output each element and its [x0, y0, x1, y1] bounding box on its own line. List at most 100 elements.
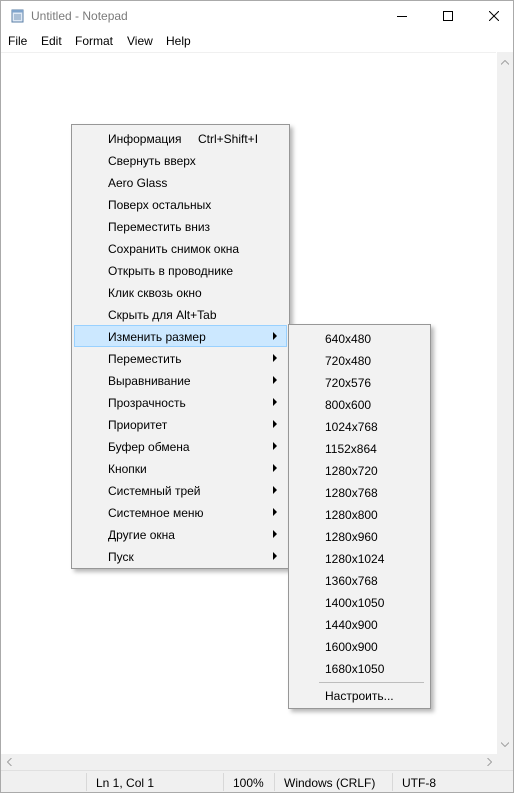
- menu-item-hide-alt-tab[interactable]: Скрыть для Alt+Tab: [74, 303, 287, 325]
- submenu-arrow-icon: [273, 552, 277, 560]
- menu-item-start[interactable]: Пуск: [74, 545, 287, 567]
- resolution-option[interactable]: 1600x900: [291, 635, 428, 657]
- submenu-arrow-icon: [273, 354, 277, 362]
- custom-size-option[interactable]: Настроить...: [291, 684, 428, 706]
- resolution-label: 800x600: [325, 398, 372, 412]
- menu-item-label: Системный трей: [108, 484, 201, 498]
- submenu-arrow-icon: [273, 486, 277, 494]
- submenu-arrow-icon: [273, 376, 277, 384]
- menu-item-label: Переместить: [108, 352, 182, 366]
- resolution-option[interactable]: 1024x768: [291, 415, 428, 437]
- menu-edit[interactable]: Edit: [41, 34, 62, 48]
- submenu-arrow-icon: [273, 332, 277, 340]
- menu-item-move[interactable]: Переместить: [74, 347, 287, 369]
- menu-view[interactable]: View: [127, 34, 153, 48]
- scroll-down-icon[interactable]: [497, 736, 513, 752]
- menu-item-label: Клик сквозь окно: [108, 286, 202, 300]
- menu-item-label: Поверх остальных: [108, 198, 212, 212]
- scroll-right-icon[interactable]: [481, 754, 497, 770]
- notepad-icon: [11, 9, 24, 23]
- resolution-option[interactable]: 1280x768: [291, 481, 428, 503]
- status-bar: Ln 1, Col 1 100% Windows (CRLF) UTF-8: [1, 770, 513, 792]
- menu-bar: File Edit Format View Help: [1, 31, 513, 51]
- menu-item-alignment[interactable]: Выравнивание: [74, 369, 287, 391]
- resolution-option[interactable]: 800x600: [291, 393, 428, 415]
- menu-item-label: Выравнивание: [108, 374, 191, 388]
- menu-item-save-screenshot[interactable]: Сохранить снимок окна: [74, 237, 287, 259]
- resolution-option[interactable]: 1360x768: [291, 569, 428, 591]
- menu-item-priority[interactable]: Приоритет: [74, 413, 287, 435]
- menu-item-label: Системное меню: [108, 506, 204, 520]
- submenu-arrow-icon: [273, 442, 277, 450]
- menu-item-resize[interactable]: Изменить размер: [74, 325, 287, 347]
- horizontal-scrollbar[interactable]: [1, 754, 497, 770]
- menu-item-send-to-back[interactable]: Переместить вниз: [74, 215, 287, 237]
- minimize-button[interactable]: [379, 1, 425, 31]
- menu-item-always-on-top[interactable]: Поверх остальных: [74, 193, 287, 215]
- resolution-label: 720x480: [325, 354, 372, 368]
- status-divider: [392, 773, 393, 791]
- menu-file[interactable]: File: [8, 34, 27, 48]
- menu-separator: [319, 682, 424, 683]
- resolution-option[interactable]: 1440x900: [291, 613, 428, 635]
- close-button[interactable]: [471, 1, 513, 31]
- menu-item-system-menu[interactable]: Системное меню: [74, 501, 287, 523]
- resolution-label: 1280x800: [325, 508, 378, 522]
- menu-item-roll-up[interactable]: Свернуть вверх: [74, 149, 287, 171]
- menu-item-click-through[interactable]: Клик сквозь окно: [74, 281, 287, 303]
- submenu-arrow-icon: [273, 530, 277, 538]
- resolution-option[interactable]: 1680x1050: [291, 657, 428, 679]
- menu-item-label: Пуск: [108, 550, 134, 564]
- menu-item-aero-glass[interactable]: Aero Glass: [74, 171, 287, 193]
- scroll-up-icon[interactable]: [497, 54, 513, 70]
- resolution-label: 1280x960: [325, 530, 378, 544]
- menu-item-label: Свернуть вверх: [108, 154, 196, 168]
- resolution-label: 1680x1050: [325, 662, 385, 676]
- resolution-option[interactable]: 1400x1050: [291, 591, 428, 613]
- resolution-label: 1152x864: [325, 442, 377, 456]
- menu-item-label: Сохранить снимок окна: [108, 242, 240, 256]
- resolution-label: 1280x1024: [325, 552, 385, 566]
- close-icon: [489, 11, 499, 21]
- resolution-option[interactable]: 1280x960: [291, 525, 428, 547]
- resolution-label: 1600x900: [325, 640, 378, 654]
- resolution-label: 1400x1050: [325, 596, 385, 610]
- menu-item-open-in-explorer[interactable]: Открыть в проводнике: [74, 259, 287, 281]
- custom-size-label: Настроить...: [325, 689, 394, 703]
- menu-item-label: Изменить размер: [108, 330, 206, 344]
- status-zoom: 100%: [233, 776, 264, 790]
- menu-item-clipboard[interactable]: Буфер обмена: [74, 435, 287, 457]
- menu-item-shortcut: Ctrl+Shift+I: [198, 132, 259, 146]
- maximize-button[interactable]: [425, 1, 471, 31]
- menu-item-transparency[interactable]: Прозрачность: [74, 391, 287, 413]
- menu-format[interactable]: Format: [75, 34, 113, 48]
- status-divider: [223, 773, 224, 791]
- menu-item-other-windows[interactable]: Другие окна: [74, 523, 287, 545]
- menu-item-label: Скрыть для Alt+Tab: [108, 308, 217, 322]
- resolution-option[interactable]: 1280x720: [291, 459, 428, 481]
- resolution-option[interactable]: 1152x864: [291, 437, 428, 459]
- scroll-left-icon[interactable]: [1, 754, 17, 770]
- maximize-icon: [443, 11, 453, 21]
- context-menu: Информация Ctrl+Shift+I Свернуть вверх A…: [71, 124, 290, 569]
- resolution-label: 1280x768: [325, 486, 378, 500]
- window-title: Untitled - Notepad: [31, 9, 128, 23]
- menu-item-system-tray[interactable]: Системный трей: [74, 479, 287, 501]
- resolution-option[interactable]: 720x576: [291, 371, 428, 393]
- resolution-option[interactable]: 1280x1024: [291, 547, 428, 569]
- submenu-arrow-icon: [273, 398, 277, 406]
- menu-item-info[interactable]: Информация Ctrl+Shift+I: [74, 127, 287, 149]
- menu-help[interactable]: Help: [166, 34, 191, 48]
- resolution-option[interactable]: 640x480: [291, 327, 428, 349]
- resolution-option[interactable]: 1280x800: [291, 503, 428, 525]
- menu-item-label: Открыть в проводнике: [108, 264, 234, 278]
- title-bar[interactable]: Untitled - Notepad: [1, 1, 513, 31]
- resolution-label: 720x576: [325, 376, 372, 390]
- resolution-option[interactable]: 720x480: [291, 349, 428, 371]
- submenu-arrow-icon: [273, 420, 277, 428]
- status-divider: [86, 773, 87, 791]
- vertical-scrollbar[interactable]: [497, 52, 513, 754]
- menu-item-buttons[interactable]: Кнопки: [74, 457, 287, 479]
- menu-item-label: Буфер обмена: [108, 440, 190, 454]
- menu-item-label: Приоритет: [108, 418, 168, 432]
